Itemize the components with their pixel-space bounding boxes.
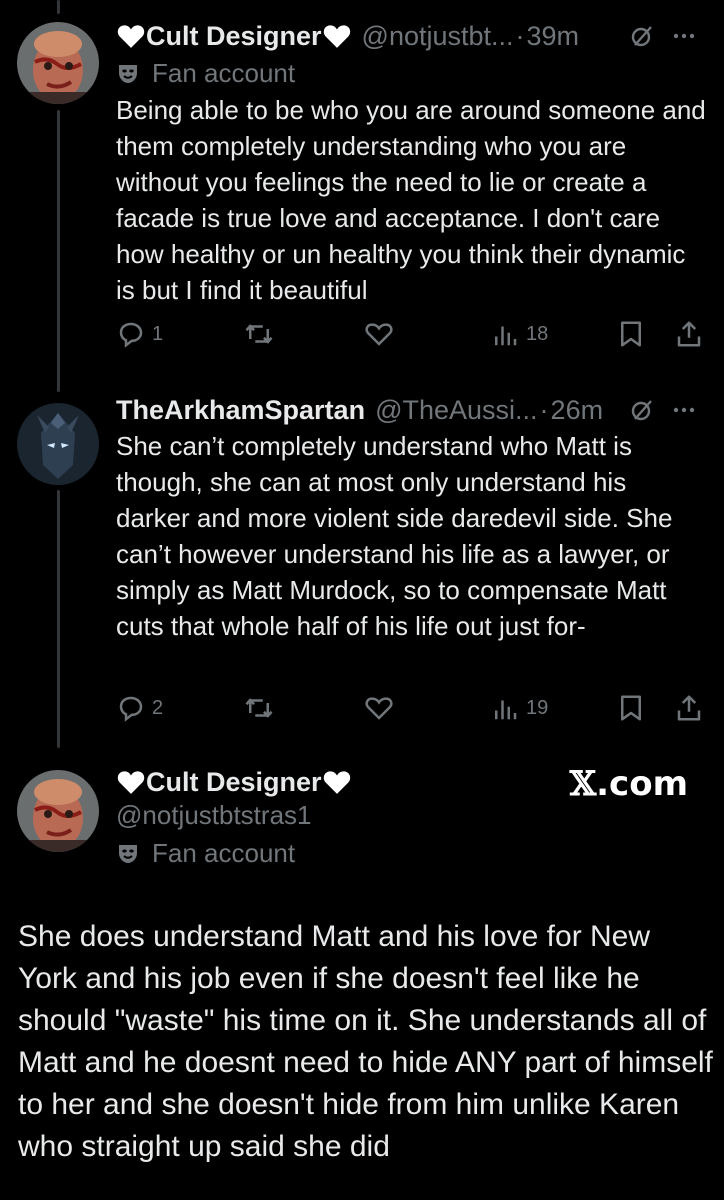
heart-icon: [117, 25, 145, 48]
screenshot: Cult Designer @notjustbt... · 39m Fan ac…: [0, 0, 724, 1200]
handle[interactable]: @notjustbtstras1: [116, 800, 311, 831]
handle[interactable]: @notjustbt...: [362, 21, 514, 52]
avatar[interactable]: [17, 403, 99, 485]
tweet-text: She can’t completely understand who Matt…: [116, 431, 673, 641]
reply-button[interactable]: 1: [116, 316, 163, 352]
timestamp[interactable]: 26m: [551, 395, 604, 426]
views-icon: [495, 326, 517, 346]
more-icon[interactable]: [672, 24, 696, 48]
fan-account-label: Fan account: [116, 56, 295, 90]
heart-icon: [117, 771, 145, 794]
share-button[interactable]: [674, 690, 704, 726]
views-count: 19: [526, 696, 549, 719]
fan-mask-icon: [119, 845, 137, 863]
separator-dot: ·: [539, 394, 549, 425]
share-icon: [677, 695, 701, 721]
avatar[interactable]: [17, 22, 99, 104]
display-name-text: TheArkhamSpartan: [116, 394, 366, 425]
share-button[interactable]: [674, 316, 704, 352]
display-name[interactable]: TheArkhamSpartan: [116, 395, 365, 426]
reply-count: 2: [152, 696, 164, 719]
reply-icon: [119, 322, 143, 348]
display-name[interactable]: Cult Designer: [116, 767, 352, 798]
tweet-header: TheArkhamSpartan @TheAussi... · 26m: [116, 390, 696, 430]
reply-count: 1: [152, 322, 164, 345]
views-button[interactable]: 19: [490, 690, 548, 726]
reply-text: She does understand Matt and his love fo…: [18, 920, 713, 1163]
retweet-button[interactable]: [244, 690, 274, 726]
bookmark-icon: [621, 321, 641, 347]
handle[interactable]: @TheAussi...: [375, 395, 537, 426]
thread-line-2: [57, 490, 60, 748]
display-name-text: Cult Designer: [146, 20, 322, 51]
views-count: 18: [526, 322, 549, 345]
tweet-header: Cult Designer @notjustbt... · 39m: [116, 16, 696, 56]
like-icon: [365, 697, 393, 720]
avatar[interactable]: [17, 770, 99, 852]
views-button[interactable]: 18: [490, 316, 548, 352]
heart-icon: [323, 771, 350, 794]
reply-header: Cult Designer: [116, 762, 352, 802]
like-button[interactable]: [364, 690, 394, 726]
grok-icon[interactable]: [630, 24, 654, 48]
retweet-button[interactable]: [244, 316, 274, 352]
tweet-actions: 1 18: [116, 316, 706, 352]
retweet-icon: [245, 698, 273, 718]
views-icon: [495, 700, 517, 720]
display-name[interactable]: Cult Designer: [116, 21, 352, 52]
bookmark-button[interactable]: [616, 690, 646, 726]
x-logo: 𝕏: [569, 764, 597, 804]
retweet-icon: [245, 324, 273, 344]
fan-mask-icon: [119, 65, 137, 83]
x-watermark: 𝕏.com: [570, 764, 688, 804]
more-icon[interactable]: [672, 398, 696, 422]
x-domain: .com: [596, 764, 688, 804]
fan-account-text: Fan account: [152, 57, 296, 88]
heart-icon: [323, 25, 350, 48]
like-button[interactable]: [364, 316, 394, 352]
thread-line-1: [57, 110, 60, 392]
reply-button[interactable]: 2: [116, 690, 163, 726]
thread-line-top: [57, 0, 60, 14]
fan-account-label: Fan account: [116, 836, 295, 870]
tweet-actions: 2 19: [116, 690, 706, 726]
tweet-text: Being able to be who you are around some…: [116, 95, 706, 305]
display-name-text: Cult Designer: [146, 766, 322, 797]
separator-dot: ·: [515, 20, 525, 51]
reply-icon: [119, 696, 143, 722]
bookmark-button[interactable]: [616, 316, 646, 352]
timestamp[interactable]: 39m: [527, 21, 580, 52]
fan-account-text: Fan account: [152, 837, 296, 868]
like-icon: [365, 323, 393, 346]
bookmark-icon: [621, 695, 641, 721]
share-icon: [677, 321, 701, 347]
grok-icon[interactable]: [630, 398, 654, 422]
